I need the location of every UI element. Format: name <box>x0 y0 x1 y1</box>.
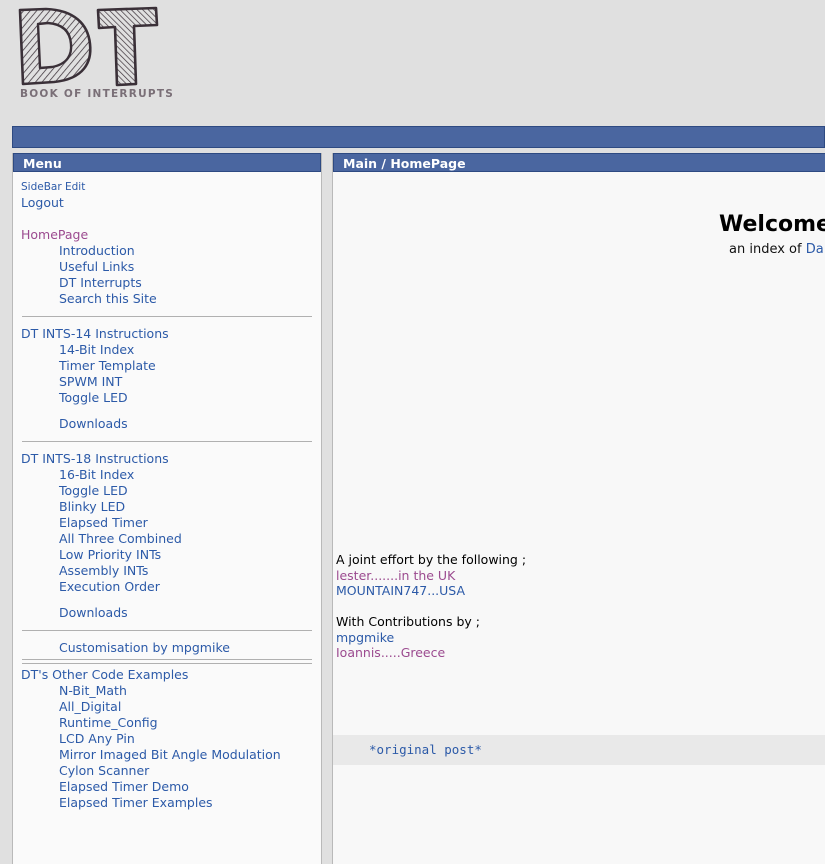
sidebar-item-elapsed-timer-demo[interactable]: Elapsed Timer Demo <box>13 779 321 795</box>
divider <box>22 663 312 664</box>
sidebar-item-toggle-led[interactable]: Toggle LED <box>13 390 321 406</box>
sidebar-item-logout[interactable]: Logout <box>13 195 321 211</box>
divider <box>22 441 312 442</box>
sidebar-item-dt-ints-18-instructions[interactable]: DT INTS-18 Instructions <box>13 451 321 467</box>
divider <box>22 316 312 317</box>
contributor-name[interactable]: Ioannis.....Greece <box>336 645 526 661</box>
sidebar-item-toggle-led[interactable]: Toggle LED <box>13 483 321 499</box>
sidebar-item-downloads[interactable]: Downloads <box>13 416 321 432</box>
sidebar-item-assembly-ints[interactable]: Assembly INTs <box>13 563 321 579</box>
sidebar-item-14-bit-index[interactable]: 14-Bit Index <box>13 342 321 358</box>
site-logo-area: BOOK OF INTERRUPTS <box>0 0 825 126</box>
divider <box>22 630 312 631</box>
sidebar-item-blinky-led[interactable]: Blinky LED <box>13 499 321 515</box>
divider <box>22 659 312 660</box>
sidebar-item-n-bit-math[interactable]: N-Bit_Math <box>13 683 321 699</box>
sidebar-title: Menu <box>13 153 321 172</box>
sidebar-item-dt-ints-14-instructions[interactable]: DT INTS-14 Instructions <box>13 326 321 342</box>
subtitle-prefix: an index of <box>729 242 806 257</box>
sidebar-item-all-three-combined[interactable]: All Three Combined <box>13 531 321 547</box>
logo-subtitle: BOOK OF INTERRUPTS <box>20 88 175 100</box>
sidebar-item-sidebar-edit[interactable]: SideBar Edit <box>13 180 321 195</box>
sidebar-item-spwm-int[interactable]: SPWM INT <box>13 374 321 390</box>
sidebar-item-lcd-any-pin[interactable]: LCD Any Pin <box>13 731 321 747</box>
sidebar-item-elapsed-timer-examples[interactable]: Elapsed Timer Examples <box>13 795 321 811</box>
sidebar-item-timer-template[interactable]: Timer Template <box>13 358 321 374</box>
top-accent-bar <box>12 126 825 148</box>
main-content: Welcome t an index of Da A joint effort … <box>333 172 825 864</box>
contributions-heading: With Contributions by ; <box>336 614 480 629</box>
main-panel: Main / HomePage Welcome t an index of Da… <box>332 153 825 864</box>
sidebar-item-cylon-scanner[interactable]: Cylon Scanner <box>13 763 321 779</box>
sidebar-item-low-priority-ints[interactable]: Low Priority INTs <box>13 547 321 563</box>
breadcrumb: Main / HomePage <box>333 153 825 172</box>
sidebar-menu: SideBar Edit Logout HomePage Introduction Us… <box>13 172 321 811</box>
code-block: *original post* <box>333 735 825 765</box>
sidebar-item-search-this-site[interactable]: Search this Site <box>13 291 321 307</box>
contributor-name[interactable]: mpgmike <box>336 630 526 646</box>
sidebar-item-runtime-config[interactable]: Runtime_Config <box>13 715 321 731</box>
sidebar-item-useful-links[interactable]: Useful Links <box>13 259 321 275</box>
page-subtitle: an index of Da <box>729 242 824 257</box>
sidebar-item-introduction[interactable]: Introduction <box>13 243 321 259</box>
sidebar-item-elapsed-timer[interactable]: Elapsed Timer <box>13 515 321 531</box>
sidebar-item-16-bit-index[interactable]: 16-Bit Index <box>13 467 321 483</box>
sidebar-item-customisation-by-mpgmike[interactable]: Customisation by mpgmike <box>13 640 321 656</box>
subtitle-link[interactable]: Da <box>806 242 824 257</box>
dt-logo-icon <box>18 6 159 87</box>
contributor-name[interactable]: MOUNTAIN747...USA <box>336 583 526 599</box>
contributor-name[interactable]: lester.......in the UK <box>336 568 526 584</box>
credits-block: A joint effort by the following ; lester… <box>336 552 526 661</box>
sidebar-item-all-digital[interactable]: All_Digital <box>13 699 321 715</box>
page-title: Welcome t <box>719 212 825 237</box>
sidebar-item-mirror-imaged-bit-angle-modulation[interactable]: Mirror Imaged Bit Angle Modulation <box>13 747 321 763</box>
sidebar-panel: Menu SideBar Edit Logout HomePage Introduct… <box>12 153 322 864</box>
joint-effort-heading: A joint effort by the following ; <box>336 552 527 567</box>
sidebar-item-homepage[interactable]: HomePage <box>13 227 321 243</box>
sidebar-item-downloads[interactable]: Downloads <box>13 605 321 621</box>
sidebar-item-execution-order[interactable]: Execution Order <box>13 579 321 595</box>
sidebar-item-dt-interrupts[interactable]: DT Interrupts <box>13 275 321 291</box>
sidebar-item-dt-s-other-code-examples[interactable]: DT's Other Code Examples <box>13 667 321 683</box>
